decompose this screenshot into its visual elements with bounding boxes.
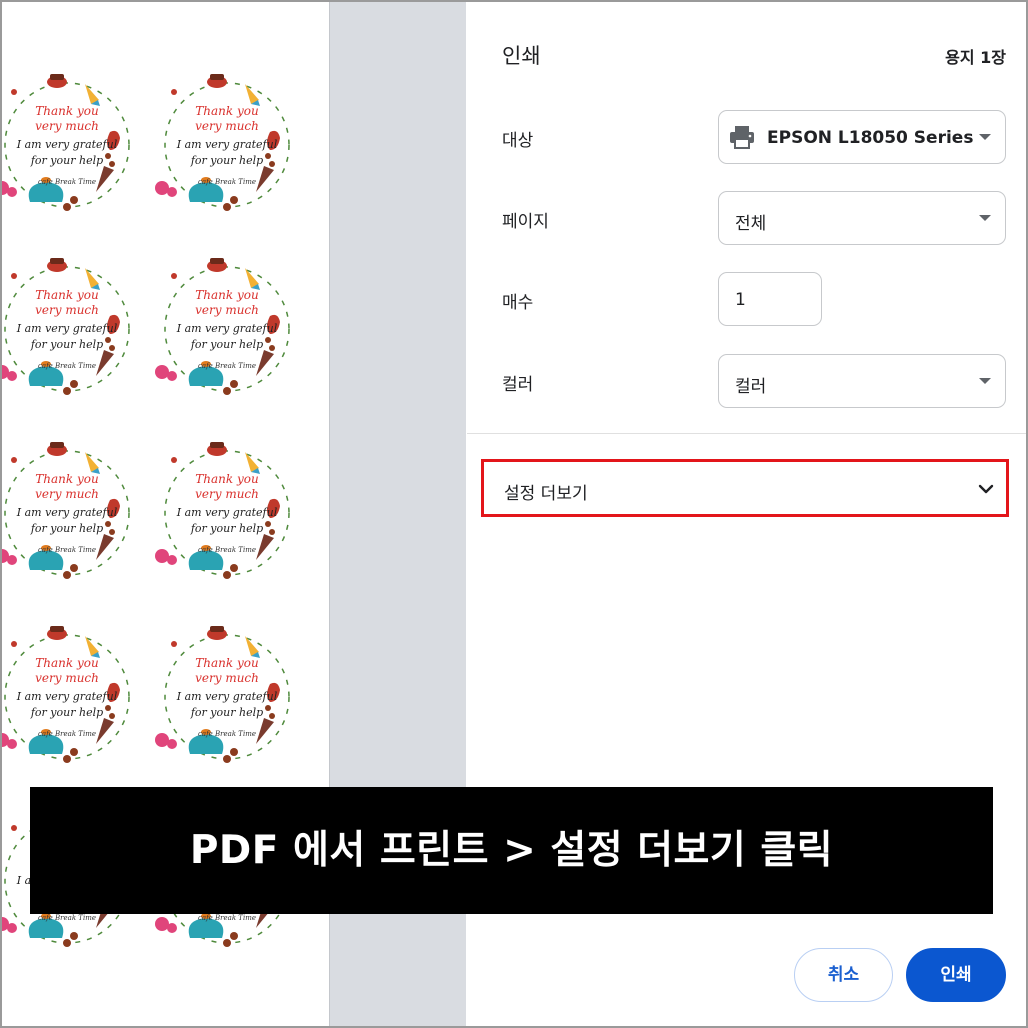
sticker-line-2: very much	[195, 303, 259, 317]
sticker-line-3: I am very grateful	[176, 506, 278, 519]
sticker-line-3: I am very grateful	[16, 322, 118, 335]
sticker-line-4: for your help	[30, 338, 104, 351]
copies-label: 매수	[502, 293, 534, 313]
sticker-line-3: I am very grateful	[16, 690, 118, 703]
dialog-title: 인쇄	[502, 44, 541, 68]
sticker-line-4: for your help	[30, 706, 104, 719]
color-value: 컬러	[735, 377, 767, 397]
sticker-line-5: cafe Break Time	[197, 178, 256, 186]
copies-input[interactable]: 1	[718, 272, 822, 326]
sticker-line-5: cafe Break Time	[37, 362, 96, 370]
sticker-line-1: Thank you	[195, 104, 259, 118]
more-settings-toggle[interactable]: 설정 더보기	[481, 459, 1009, 517]
sticker-line-4: for your help	[190, 338, 264, 351]
sticker-thumbnail: Thank you very much I am very grateful f…	[152, 438, 302, 588]
pages-label: 페이지	[502, 212, 549, 232]
sticker-thumbnail: Thank you very much I am very grateful f…	[152, 254, 302, 404]
sticker-line-5: cafe Break Time	[197, 914, 256, 922]
chevron-down-icon	[978, 484, 994, 494]
sticker-line-2: very much	[35, 671, 99, 685]
sticker-line-4: for your help	[30, 154, 104, 167]
sticker-line-3: I am very grateful	[176, 138, 278, 151]
sticker-line-3: I am very grateful	[16, 138, 118, 151]
sticker-line-1: Thank you	[35, 472, 99, 486]
sticker-line-5: cafe Break Time	[37, 546, 96, 554]
sticker-thumbnail: Thank you very much I am very grateful f…	[152, 622, 302, 772]
pages-select[interactable]: 전체	[718, 191, 1006, 245]
sticker-line-2: very much	[35, 119, 99, 133]
sticker-thumbnail: Thank you very much I am very grateful f…	[2, 622, 142, 772]
sticker-line-1: Thank you	[35, 288, 99, 302]
sticker-line-1: Thank you	[35, 656, 99, 670]
sticker-line-4: for your help	[190, 154, 264, 167]
caret-down-icon	[979, 134, 991, 140]
sticker-line-4: for your help	[190, 522, 264, 535]
sticker-line-3: I am very grateful	[176, 690, 278, 703]
sticker-line-3: I am very grateful	[176, 322, 278, 335]
sticker-line-5: cafe Break Time	[197, 546, 256, 554]
caret-down-icon	[979, 215, 991, 221]
sticker-line-4: for your help	[190, 706, 264, 719]
destination-select[interactable]: EPSON L18050 Series	[718, 110, 1006, 164]
cancel-button[interactable]: 취소	[794, 948, 893, 1002]
sticker-line-5: cafe Break Time	[37, 914, 96, 922]
sticker-line-5: cafe Break Time	[37, 178, 96, 186]
sticker-line-2: very much	[195, 487, 259, 501]
sticker-line-2: very much	[35, 303, 99, 317]
sticker-line-4: for your help	[30, 522, 104, 535]
sticker-thumbnail: Thank you very much I am very grateful f…	[2, 70, 142, 220]
sticker-line-1: Thank you	[195, 656, 259, 670]
destination-value: EPSON L18050 Series	[767, 128, 974, 148]
color-select[interactable]: 컬러	[718, 354, 1006, 408]
destination-label: 대상	[502, 131, 534, 151]
divider	[467, 433, 1026, 434]
sticker-line-1: Thank you	[195, 472, 259, 486]
copies-value: 1	[735, 290, 746, 310]
sticker-line-2: very much	[35, 487, 99, 501]
sticker-line-1: Thank you	[35, 104, 99, 118]
printer-icon	[730, 126, 754, 149]
instruction-caption: PDF 에서 프린트 > 설정 더보기 클릭	[30, 787, 993, 914]
sticker-line-5: cafe Break Time	[197, 730, 256, 738]
more-settings-label: 설정 더보기	[504, 484, 588, 504]
sticker-line-1: Thank you	[195, 288, 259, 302]
sticker-line-3: I am very grateful	[16, 506, 118, 519]
sticker-line-2: very much	[195, 671, 259, 685]
sheet-count: 용지 1장	[945, 48, 1006, 67]
sticker-line-2: very much	[195, 119, 259, 133]
pages-value: 전체	[735, 214, 767, 234]
sticker-thumbnail: Thank you very much I am very grateful f…	[152, 70, 302, 220]
caret-down-icon	[979, 378, 991, 384]
sticker-thumbnail: Thank you very much I am very grateful f…	[2, 254, 142, 404]
sticker-line-5: cafe Break Time	[37, 730, 96, 738]
sticker-thumbnail: Thank you very much I am very grateful f…	[2, 438, 142, 588]
color-label: 컬러	[502, 375, 534, 395]
sticker-line-5: cafe Break Time	[197, 362, 256, 370]
print-button[interactable]: 인쇄	[906, 948, 1006, 1002]
